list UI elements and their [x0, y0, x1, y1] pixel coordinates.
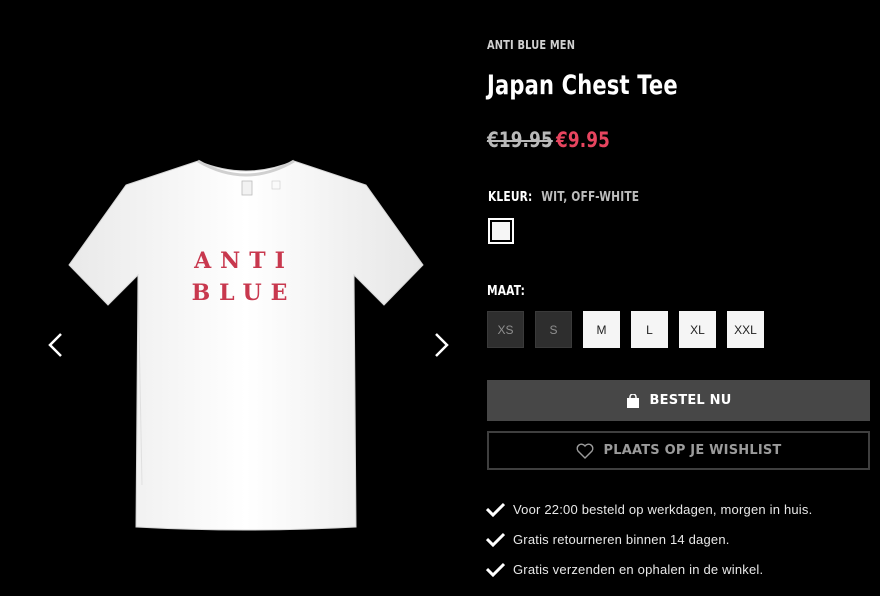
size-option-s[interactable]: S — [535, 311, 572, 348]
usp-item: Gratis verzenden en ophalen in de winkel… — [486, 554, 812, 584]
product-image: ANTI BLUE — [68, 159, 424, 531]
usp-item: Voor 22:00 besteld op werkdagen, morgen … — [486, 494, 812, 524]
usp-text: Gratis verzenden en ophalen in de winkel… — [513, 561, 764, 577]
size-option-xs[interactable]: XS — [487, 311, 524, 348]
swatch-fill — [492, 222, 510, 240]
color-value: WIT, OFF-WHITE — [541, 190, 640, 205]
checkmark-icon — [486, 502, 505, 517]
print-line-1: ANTI — [193, 248, 294, 274]
print-line-2: BLUE — [192, 280, 297, 306]
chevron-right-icon — [435, 333, 449, 357]
next-image-button[interactable] — [425, 330, 455, 360]
size-option-m[interactable]: M — [583, 311, 620, 348]
brand-link[interactable]: ANTI BLUE MEN — [487, 38, 575, 52]
usp-text: Voor 22:00 besteld op werkdagen, morgen … — [513, 501, 813, 517]
color-label: KLEUR: — [488, 190, 533, 205]
add-to-wishlist-button[interactable]: PLAATS OP JE WISHLIST — [487, 431, 870, 470]
wishlist-label: PLAATS OP JE WISHLIST — [603, 443, 782, 458]
size-option-xxl[interactable]: XXL — [727, 311, 764, 348]
size-option-xl[interactable]: XL — [679, 311, 716, 348]
size-option-l[interactable]: L — [631, 311, 668, 348]
sale-price: €9.95 — [556, 128, 610, 152]
color-swatch-white[interactable] — [488, 218, 514, 244]
usp-item: Gratis retourneren binnen 14 dagen. — [486, 524, 812, 554]
checkmark-icon — [486, 562, 505, 577]
size-selector: XS S M L XL XXL — [487, 311, 764, 348]
usp-list: Voor 22:00 besteld op werkdagen, morgen … — [486, 494, 812, 584]
order-now-label: BESTEL NU — [649, 393, 732, 408]
shopping-bag-icon — [626, 393, 639, 408]
original-price: €19.95 — [487, 128, 553, 152]
order-now-button[interactable]: BESTEL NU — [487, 380, 870, 421]
heart-icon — [576, 443, 593, 459]
size-label: MAAT: — [487, 284, 526, 299]
checkmark-icon — [486, 532, 505, 547]
product-title: Japan Chest Tee — [487, 70, 678, 101]
color-row: KLEUR: WIT, OFF-WHITE — [488, 190, 639, 205]
product-gallery: ANTI BLUE — [0, 0, 480, 596]
usp-text: Gratis retourneren binnen 14 dagen. — [513, 531, 730, 547]
